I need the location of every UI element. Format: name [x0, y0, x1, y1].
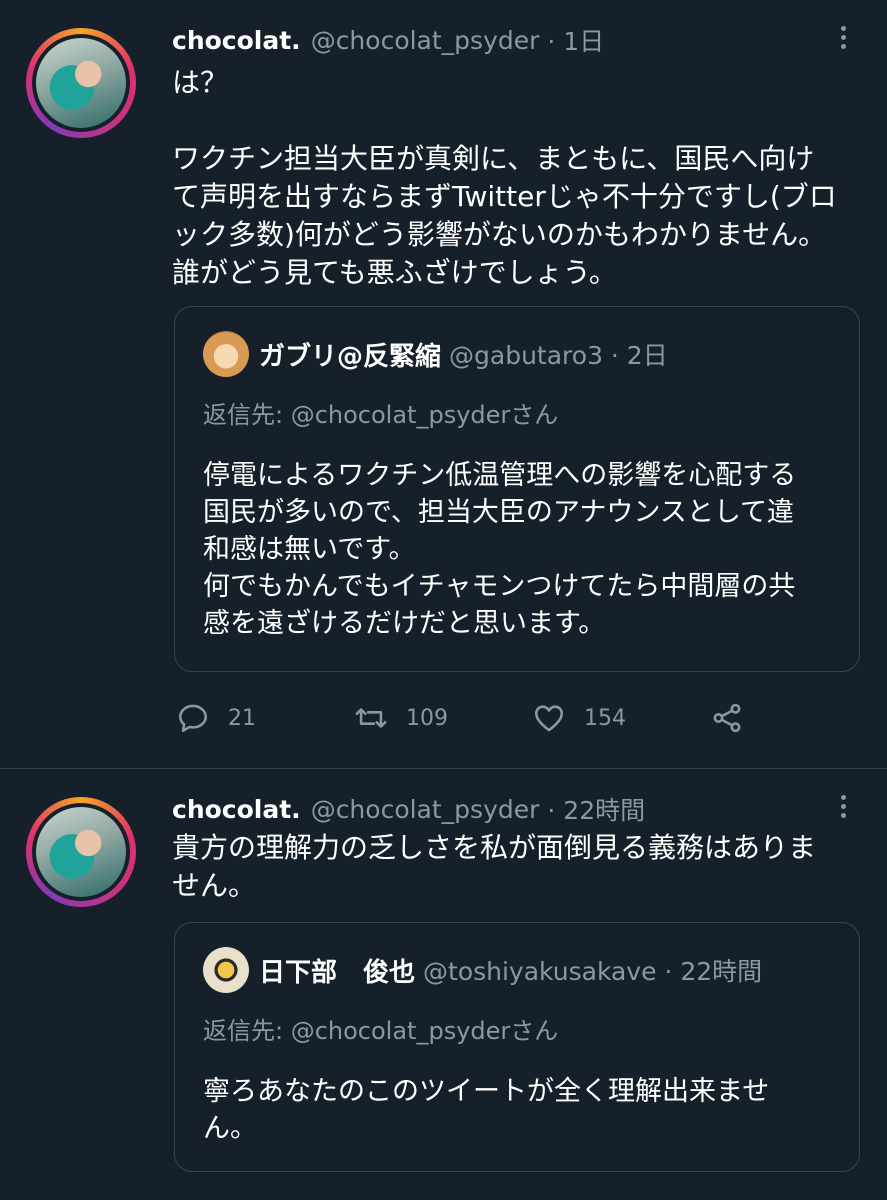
reply-count: 21	[228, 705, 256, 731]
tweet-line: せん。	[172, 869, 257, 902]
reply-button[interactable]: 21	[176, 698, 256, 738]
tweet-line: 誰がどう見ても悪ふざけでしょう。	[172, 256, 617, 289]
author-handle[interactable]: @chocolat_psyder	[311, 26, 540, 55]
tweet-time[interactable]: · 1日	[547, 22, 604, 58]
reply-icon	[178, 704, 208, 733]
retweet-count: 109	[406, 705, 448, 731]
quoted-tweet[interactable]: 日下部 俊也 @toshiyakusakave · 22時間 返信先: @cho…	[174, 922, 860, 1172]
tweet-time[interactable]: · 22時間	[547, 791, 645, 827]
tweet-text: 貴方の理解力の乏しさを私が面倒見る義務はありま せん。	[172, 829, 852, 905]
retweet-icon	[355, 708, 387, 728]
avatar-image	[36, 38, 126, 128]
quoted-tweet[interactable]: ガブリ@反緊縮 @gabutaro3 · 2日 返信先: @chocolat_p…	[174, 306, 860, 672]
tweet[interactable]: chocolat. @chocolat_psyder · 1日 は？ ワクチン担…	[0, 0, 887, 768]
author-handle[interactable]: @chocolat_psyder	[311, 795, 540, 824]
tweet-line: は？	[172, 66, 229, 99]
tweet[interactable]: chocolat. @chocolat_psyder · 22時間 貴方の理解力…	[0, 769, 887, 1200]
retweet-button[interactable]: 109	[354, 698, 448, 738]
quoted-author-name: 日下部 俊也	[259, 957, 416, 988]
tweet-line: ック多数)何がどう影響がないのかもわかりません。	[172, 218, 827, 251]
author-name[interactable]: chocolat.	[172, 795, 301, 824]
quoted-author-name: ガブリ@反緊縮	[259, 341, 442, 372]
tweet-line-blank	[172, 102, 852, 140]
avatar-image	[36, 807, 126, 897]
reply-to[interactable]: 返信先: @chocolat_psyderさん	[203, 395, 558, 430]
author-name[interactable]: chocolat.	[172, 26, 301, 55]
quoted-author-handle: @gabutaro3 · 2日	[449, 341, 668, 370]
quoted-line: 停電によるワクチン低温管理への影響を心配する	[203, 460, 797, 491]
quoted-avatar	[203, 331, 249, 377]
share-button[interactable]	[710, 698, 744, 738]
quoted-tweet-header: ガブリ@反緊縮 @gabutaro3 · 2日	[203, 329, 668, 379]
more-options-icon[interactable]	[833, 22, 853, 62]
tweet-header: chocolat. @chocolat_psyder · 1日	[172, 20, 604, 60]
quoted-line: 何でもかんでもイチャモンつけてたら中間層の共	[203, 571, 796, 602]
quoted-tweet-text: 停電によるワクチン低温管理への影響を心配する 国民が多いので、担当大臣のアナウン…	[203, 457, 843, 642]
like-button[interactable]: 154	[532, 698, 626, 738]
reply-to[interactable]: 返信先: @chocolat_psyderさん	[203, 1011, 558, 1046]
heart-icon	[534, 705, 564, 732]
quoted-line: ん。	[203, 1113, 257, 1144]
quoted-author-handle: @toshiyakusakave · 22時間	[423, 957, 763, 986]
quoted-tweet-header: 日下部 俊也 @toshiyakusakave · 22時間	[203, 945, 762, 995]
quoted-line: 国民が多いので、担当大臣のアナウンスとして違	[203, 497, 795, 528]
tweet-text: は？ ワクチン担当大臣が真剣に、まともに、国民へ向け て声明を出すならまずTwi…	[172, 64, 852, 292]
tweet-line: 貴方の理解力の乏しさを私が面倒見る義務はありま	[172, 831, 817, 864]
avatar[interactable]	[26, 797, 136, 907]
quoted-line: 和感は無いです。	[203, 534, 416, 565]
quoted-avatar	[203, 947, 249, 993]
avatar[interactable]	[26, 28, 136, 138]
tweet-actions: 21 109 154	[176, 698, 756, 738]
tweet-line: ワクチン担当大臣が真剣に、まともに、国民へ向け	[172, 142, 815, 175]
like-count: 154	[584, 705, 626, 731]
share-icon	[713, 703, 741, 733]
more-options-icon[interactable]	[833, 791, 853, 831]
tweet-header: chocolat. @chocolat_psyder · 22時間	[172, 789, 645, 829]
quoted-line: 寧ろあなたのこのツイートが全く理解出来ませ	[203, 1076, 770, 1107]
quoted-tweet-text: 寧ろあなたのこのツイートが全く理解出来ませ ん。	[203, 1073, 843, 1147]
tweet-line: て声明を出すならまずTwitterじゃ不十分ですし(ブロ	[172, 180, 837, 213]
quoted-line: 感を遠ざけるだけだと思います。	[203, 608, 606, 639]
